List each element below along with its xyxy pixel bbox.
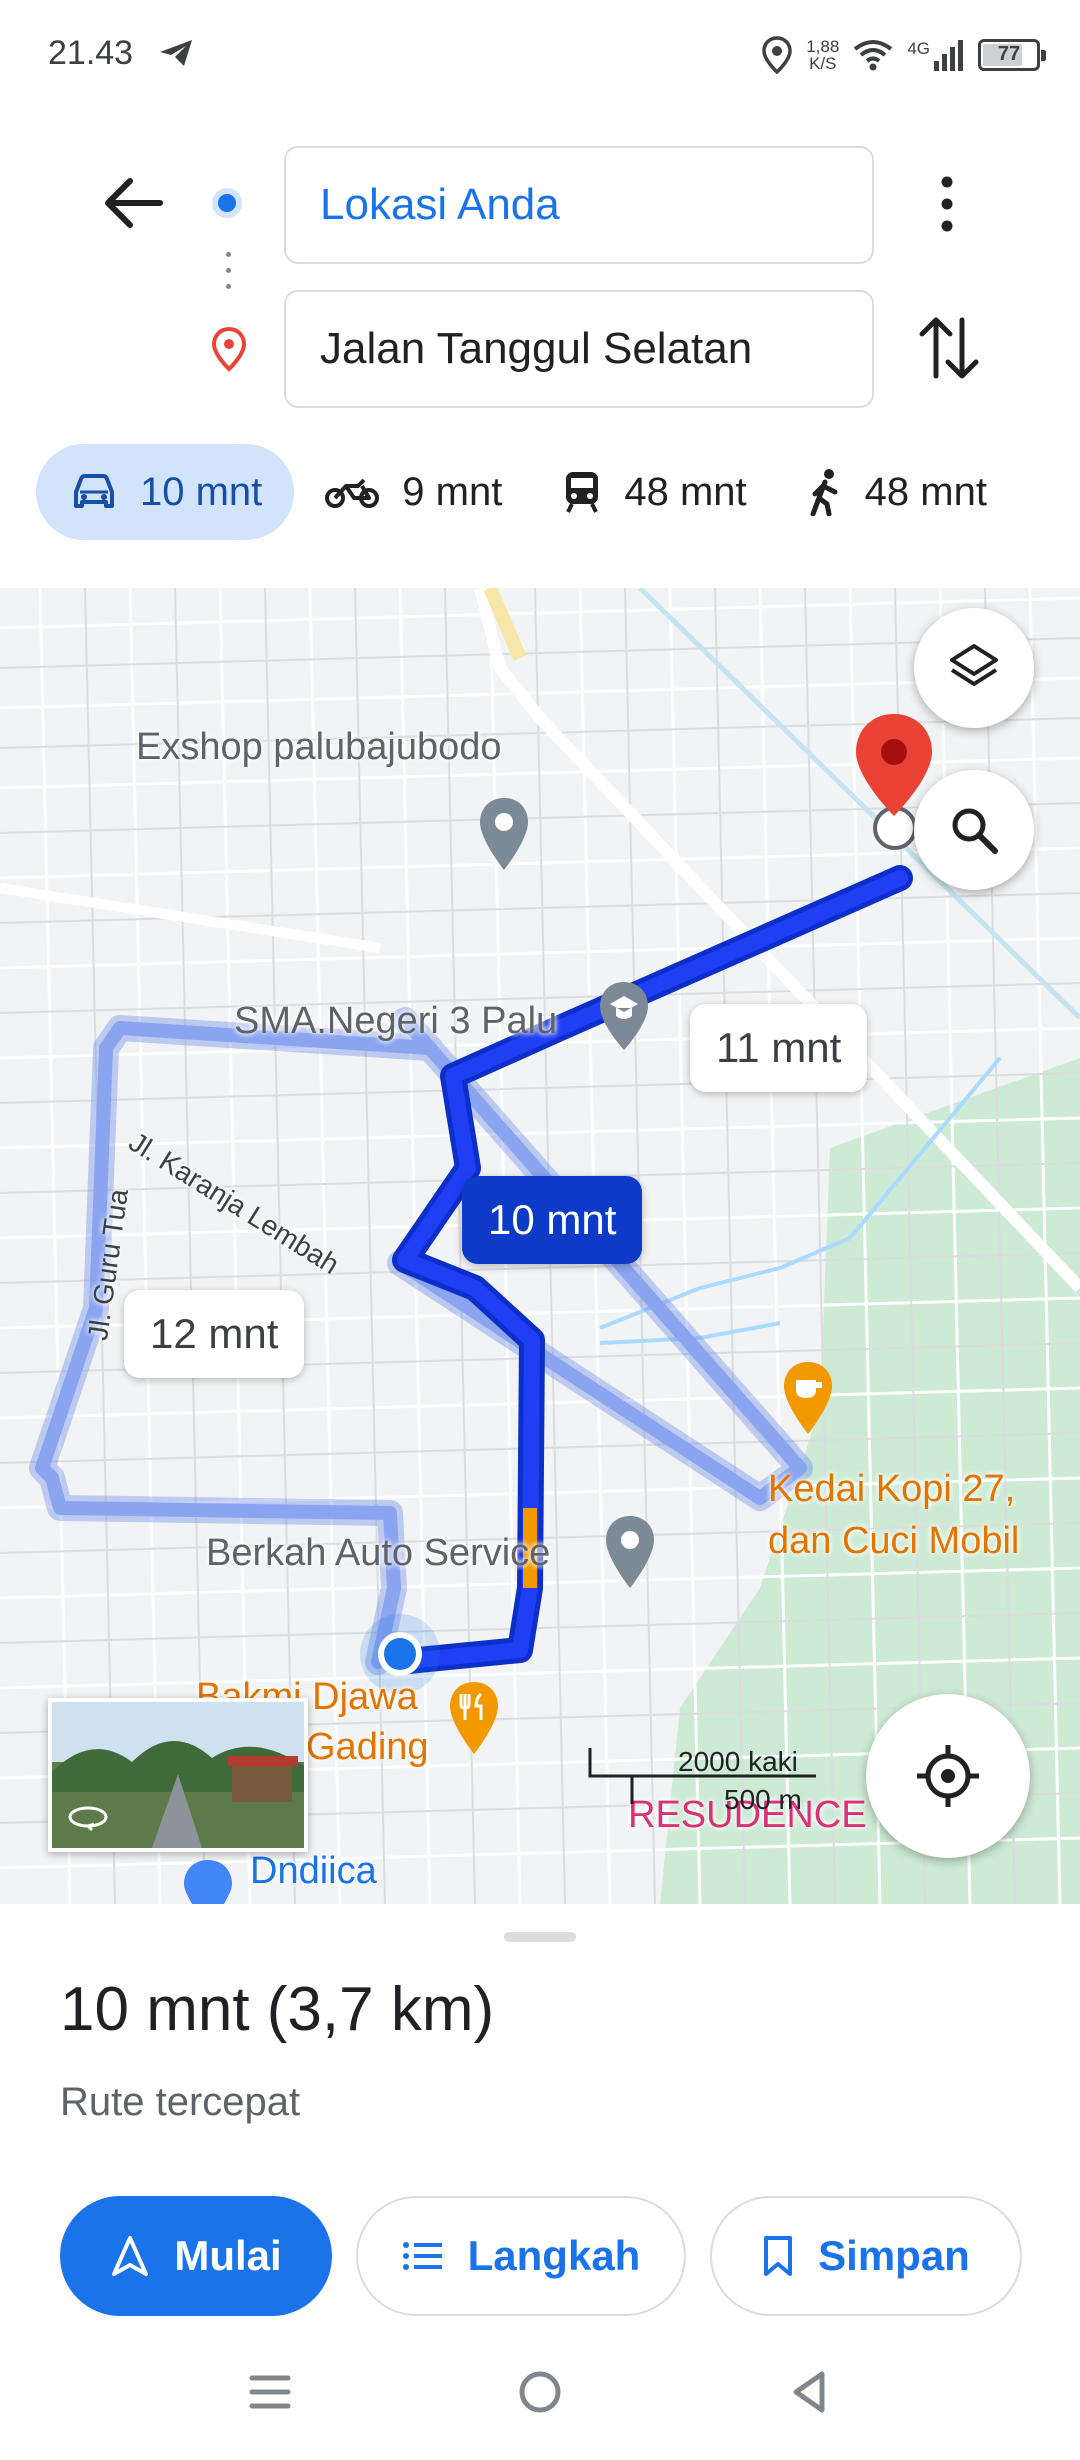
home-circle-icon[interactable] xyxy=(510,2362,570,2422)
navigation-arrow-icon xyxy=(112,2236,149,2276)
map-label-kedai-2: dan Cuci Mobil xyxy=(768,1520,1020,1562)
layers-button[interactable] xyxy=(914,608,1034,728)
route-time-primary[interactable]: 10 mnt xyxy=(462,1176,643,1264)
map-label-exshop: Exshop palubajubodo xyxy=(136,726,502,768)
status-icons: 1,88 K/S 4G 77 xyxy=(762,30,1046,80)
origin-dot-icon xyxy=(212,188,242,218)
rotate-360-icon xyxy=(68,1806,108,1832)
map-label-sma: SMA.Negeri 3 Palu xyxy=(234,1000,558,1042)
travel-mode-row: 10 mnt 9 mnt 48 mnt 48 mnt xyxy=(36,444,1017,540)
route-connector-dots xyxy=(226,252,231,302)
mode-driving-label: 10 mnt xyxy=(140,469,263,514)
street-view-thumbnail[interactable] xyxy=(48,1698,308,1852)
system-nav-bar xyxy=(0,2340,1080,2460)
mode-motorcycle[interactable]: 9 mnt xyxy=(294,444,532,540)
transit-icon xyxy=(566,472,599,513)
scale-feet: 2000 kaki xyxy=(678,1746,798,1777)
list-icon xyxy=(402,2242,442,2270)
destination-field[interactable]: Jalan Tanggul Selatan xyxy=(284,290,874,408)
car-icon xyxy=(74,474,114,508)
recents-menu-icon[interactable] xyxy=(240,2362,300,2422)
mode-walking-label: 48 mnt xyxy=(864,469,987,514)
map-label-kedai-1: Kedai Kopi 27, xyxy=(768,1468,1016,1510)
wifi-icon xyxy=(854,40,893,71)
walk-icon xyxy=(810,469,838,516)
save-label: Simpan xyxy=(818,2232,970,2279)
map-view[interactable]: Exshop palubajubodo SMA.Negeri 3 Palu Jl… xyxy=(0,588,1080,1904)
network-speed-value: 1,88 xyxy=(806,37,840,56)
layers-icon xyxy=(950,644,998,686)
network-speed-unit: K/S xyxy=(809,54,837,73)
save-button[interactable]: Simpan xyxy=(710,2196,1022,2316)
my-location-button[interactable] xyxy=(866,1694,1030,1858)
start-navigation-label: Mulai xyxy=(174,2232,282,2279)
travel-mode-tabs: 10 mnt 9 mnt 48 mnt 48 mnt xyxy=(0,444,1080,540)
route-time-alt-2[interactable]: 12 mnt xyxy=(124,1290,305,1378)
back-arrow-icon[interactable] xyxy=(98,168,168,238)
scale-meters: 500 m xyxy=(724,1784,802,1815)
status-bar: 21.43 1,88 K/S 4G 77 xyxy=(0,0,1080,110)
signal-icon xyxy=(934,40,963,71)
network-speed: 1,88 K/S xyxy=(806,38,839,72)
more-vert-icon[interactable] xyxy=(920,166,974,244)
mode-walking[interactable]: 48 mnt xyxy=(777,444,1017,540)
network-type: 4G xyxy=(907,39,930,58)
location-icon xyxy=(762,36,792,74)
map-scale: 2000 kaki 500 m xyxy=(588,1746,818,1818)
poi-pin-icon[interactable] xyxy=(476,794,532,874)
map-label-bakmi-2: Gading xyxy=(306,1726,429,1768)
telegram-icon xyxy=(160,40,192,66)
mode-transit-label: 48 mnt xyxy=(624,469,747,514)
map-label-berkah: Berkah Auto Service xyxy=(206,1532,551,1574)
origin-field[interactable]: Lokasi Anda xyxy=(284,146,874,264)
status-time: 21.43 xyxy=(48,34,134,72)
search-along-route-button[interactable] xyxy=(914,770,1034,890)
steps-label: Langkah xyxy=(467,2232,641,2279)
restaurant-pin-icon[interactable] xyxy=(446,1678,502,1758)
school-pin-icon[interactable] xyxy=(596,978,652,1054)
motorcycle-icon xyxy=(325,478,380,508)
swap-vert-icon[interactable] xyxy=(916,310,982,386)
service-pin-icon[interactable] xyxy=(602,1512,658,1592)
my-location-icon xyxy=(917,1745,979,1807)
mode-transit[interactable]: 48 mnt xyxy=(532,444,776,540)
start-navigation-button[interactable]: Mulai xyxy=(60,2196,332,2316)
mode-motorcycle-label: 9 mnt xyxy=(402,469,503,514)
mode-driving[interactable]: 10 mnt xyxy=(36,444,295,540)
cafe-pin-icon[interactable] xyxy=(780,1358,836,1438)
route-summary-title: 10 mnt (3,7 km) xyxy=(60,1975,495,2044)
battery-level: 77 xyxy=(997,43,1021,65)
poi-blue-pin-icon[interactable] xyxy=(180,1856,236,1904)
cellular-signal: 4G xyxy=(907,39,964,71)
search-icon xyxy=(952,808,998,854)
sheet-drag-handle[interactable] xyxy=(504,1932,576,1942)
destination-pin-icon xyxy=(211,326,247,372)
bookmark-icon xyxy=(764,2236,793,2276)
route-time-alt-1[interactable]: 11 mnt xyxy=(690,1004,868,1092)
map-label-dndiica: Dndiica xyxy=(250,1850,377,1892)
route-summary-subtitle: Rute tercepat xyxy=(60,2080,301,2124)
battery-icon: 77 xyxy=(978,39,1046,71)
back-triangle-icon[interactable] xyxy=(780,2362,840,2422)
steps-button[interactable]: Langkah xyxy=(356,2196,686,2316)
